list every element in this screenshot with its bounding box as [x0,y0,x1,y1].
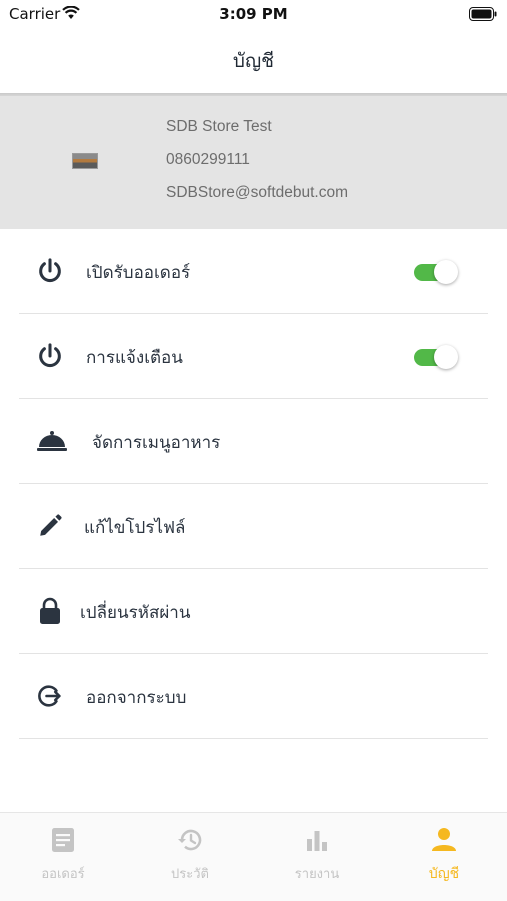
profile-header: SDB Store Test 0860299111 SDBStore@softd… [0,96,507,229]
menu-item-manage-food-menu[interactable]: จัดการเมนูอาหาร [0,399,507,484]
menu-item-change-password[interactable]: เปลี่ยนรหัสผ่าน [0,569,507,654]
menu-item-notifications[interactable]: การแจ้งเตือน [0,314,507,399]
tab-report[interactable]: รายงาน [254,813,380,901]
tab-history[interactable]: ประวัติ [127,813,253,901]
menu-item-logout[interactable]: ออกจากระบบ [0,654,507,739]
menu-item-label: เปลี่ยนรหัสผ่าน [80,603,191,623]
tab-orders[interactable]: ออเดอร์ [0,813,126,901]
open-orders-toggle[interactable] [414,260,458,284]
navigation-bar: บัญชี [0,30,507,94]
power-icon [34,340,66,372]
account-menu: เปิดรับออเดอร์ การแจ้งเตือน จัดการเมนูอา… [0,229,507,739]
tab-account[interactable]: บัญชี [381,813,507,901]
menu-item-open-orders[interactable]: เปิดรับออเดอร์ [0,229,507,314]
toggle-knob [434,345,458,369]
status-bar: Carrier 3:09 PM [0,0,507,30]
bar-chart-icon [254,827,380,857]
tab-label: รายงาน [294,867,340,882]
tab-label: ประวัติ [171,867,209,882]
logout-icon [34,680,66,712]
order-list-icon [0,827,126,857]
menu-item-label: การแจ้งเตือน [86,348,183,368]
store-email: SDBStore@softdebut.com [166,184,349,201]
tab-label: บัญชี [428,866,460,882]
store-name: SDB Store Test [166,118,272,135]
tab-label: ออเดอร์ [41,867,85,882]
menu-item-label: จัดการเมนูอาหาร [92,433,221,453]
page-title: บัญชี [232,50,275,72]
menu-item-edit-profile[interactable]: แก้ไขโปรไฟล์ [0,484,507,569]
store-phone: 0860299111 [166,151,250,168]
tab-bar: ออเดอร์ ประวัติ รายงาน บัญชี [0,812,507,901]
person-icon [381,827,507,857]
pencil-icon [34,510,66,542]
power-icon [34,255,66,287]
toggle-knob [434,260,458,284]
lock-icon [34,595,66,627]
history-icon [127,827,253,857]
status-time: 3:09 PM [219,5,288,23]
menu-item-label: แก้ไขโปรไฟล์ [84,518,186,538]
battery-icon [469,6,497,25]
notifications-toggle[interactable] [414,345,458,369]
menu-item-label: ออกจากระบบ [86,688,187,708]
food-cloche-icon [36,425,68,457]
menu-item-label: เปิดรับออเดอร์ [86,263,191,283]
store-image [72,153,98,169]
